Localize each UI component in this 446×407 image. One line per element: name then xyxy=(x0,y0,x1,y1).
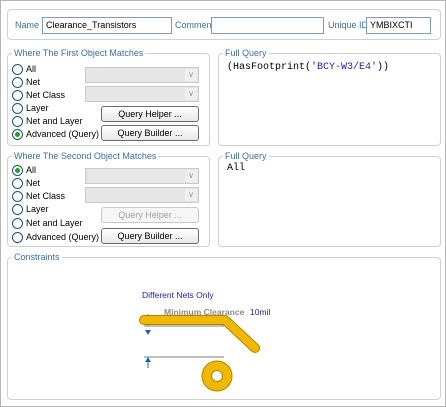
radio-icon xyxy=(12,231,23,243)
second-match-title: Where The Second Object Matches xyxy=(12,150,159,162)
option-label: All xyxy=(26,165,37,175)
radio-icon xyxy=(12,190,23,202)
min-clearance-value[interactable]: 10mil xyxy=(250,307,270,317)
option-label: Net Class xyxy=(26,90,66,100)
query-string: 'BCY-W3/E4' xyxy=(311,62,378,73)
first-option-layer[interactable]: Layer xyxy=(12,102,49,114)
radio-icon xyxy=(12,217,23,229)
second-option-layer[interactable]: Layer xyxy=(12,203,49,215)
first-object-match-group: Where The First Object Matches All Net N… xyxy=(7,47,210,146)
radio-selected-icon xyxy=(12,128,23,140)
first-option-net[interactable]: Net xyxy=(12,76,40,88)
first-full-query-title: Full Query xyxy=(223,47,269,59)
option-label: Layer xyxy=(26,204,49,214)
second-net-dropdown[interactable]: ∨ xyxy=(85,168,199,184)
constraints-group: Constraints Different Nets Only Minimum … xyxy=(7,251,441,400)
radio-icon xyxy=(12,102,23,114)
unique-id-label: Unique ID xyxy=(328,20,369,30)
pad-hole xyxy=(211,370,223,382)
net-scope-label[interactable]: Different Nets Only xyxy=(142,290,214,300)
second-option-net-class[interactable]: Net Class xyxy=(12,190,65,202)
radio-icon xyxy=(12,63,23,75)
option-label: Net Class xyxy=(26,191,66,201)
chevron-down-icon: ∨ xyxy=(185,88,197,100)
comment-label: Comment xyxy=(175,20,215,30)
option-label: Net and Layer xyxy=(26,218,83,228)
option-label: Net xyxy=(26,77,41,87)
radio-icon xyxy=(12,203,23,215)
first-net-class-dropdown[interactable]: ∨ xyxy=(85,86,199,102)
first-full-query-box: Full Query (HasFootprint('BCY-W3/E4')) xyxy=(218,47,441,146)
comment-field[interactable] xyxy=(211,17,324,34)
clearance-diagram: Different Nets Only Minimum Clearance 10… xyxy=(139,290,270,392)
second-full-query-box: Full Query All xyxy=(218,150,441,247)
radio-icon xyxy=(12,115,23,127)
arrow-down-icon xyxy=(145,330,151,335)
radio-selected-icon xyxy=(12,164,23,176)
radio-icon xyxy=(12,177,23,189)
option-label: Net and Layer xyxy=(26,116,83,126)
second-net-class-dropdown[interactable]: ∨ xyxy=(85,187,199,203)
first-option-advanced-query[interactable]: Advanced (Query) xyxy=(12,128,99,140)
chevron-down-icon: ∨ xyxy=(185,189,197,201)
option-label: Layer xyxy=(26,103,49,113)
second-query-helper-button[interactable]: Query Helper ... xyxy=(101,207,199,223)
second-object-match-group: Where The Second Object Matches All Net … xyxy=(7,150,210,247)
rule-editor-panel: Name Clearance_Transistors Comment Uniqu… xyxy=(0,0,446,407)
second-option-advanced-query[interactable]: Advanced (Query) xyxy=(12,231,99,243)
first-query-builder-button[interactable]: Query Builder ... xyxy=(101,125,199,141)
first-option-net-class[interactable]: Net Class xyxy=(12,89,65,101)
option-label: Advanced (Query) xyxy=(26,232,100,242)
first-full-query-text[interactable]: (HasFootprint('BCY-W3/E4')) xyxy=(227,62,389,73)
option-label: All xyxy=(26,64,37,74)
second-option-net-and-layer[interactable]: Net and Layer xyxy=(12,217,83,229)
second-full-query-text[interactable]: All xyxy=(227,163,245,174)
query-prefix: (HasFootprint( xyxy=(227,62,312,73)
rule-header-box: Name Clearance_Transistors Comment Uniqu… xyxy=(7,9,441,40)
radio-icon xyxy=(12,76,23,88)
second-query-builder-button[interactable]: Query Builder ... xyxy=(101,228,199,244)
arrow-up-icon xyxy=(145,357,151,362)
first-net-dropdown[interactable]: ∨ xyxy=(85,67,199,83)
radio-icon xyxy=(12,89,23,101)
option-label: Advanced (Query) xyxy=(26,129,100,139)
name-field[interactable]: Clearance_Transistors xyxy=(42,17,172,34)
chevron-down-icon: ∨ xyxy=(185,69,197,81)
first-option-net-and-layer[interactable]: Net and Layer xyxy=(12,115,83,127)
first-query-helper-button[interactable]: Query Helper ... xyxy=(101,106,199,122)
second-option-all[interactable]: All xyxy=(12,164,36,176)
first-option-all[interactable]: All xyxy=(12,63,36,75)
query-suffix: )) xyxy=(377,62,390,73)
unique-id-field[interactable]: YMBIXCTI xyxy=(366,17,431,34)
option-label: Net xyxy=(26,178,41,188)
name-label: Name xyxy=(15,20,40,30)
first-match-title: Where The First Object Matches xyxy=(12,47,146,59)
second-full-query-title: Full Query xyxy=(223,150,269,162)
second-option-net[interactable]: Net xyxy=(12,177,40,189)
chevron-down-icon: ∨ xyxy=(185,170,197,182)
